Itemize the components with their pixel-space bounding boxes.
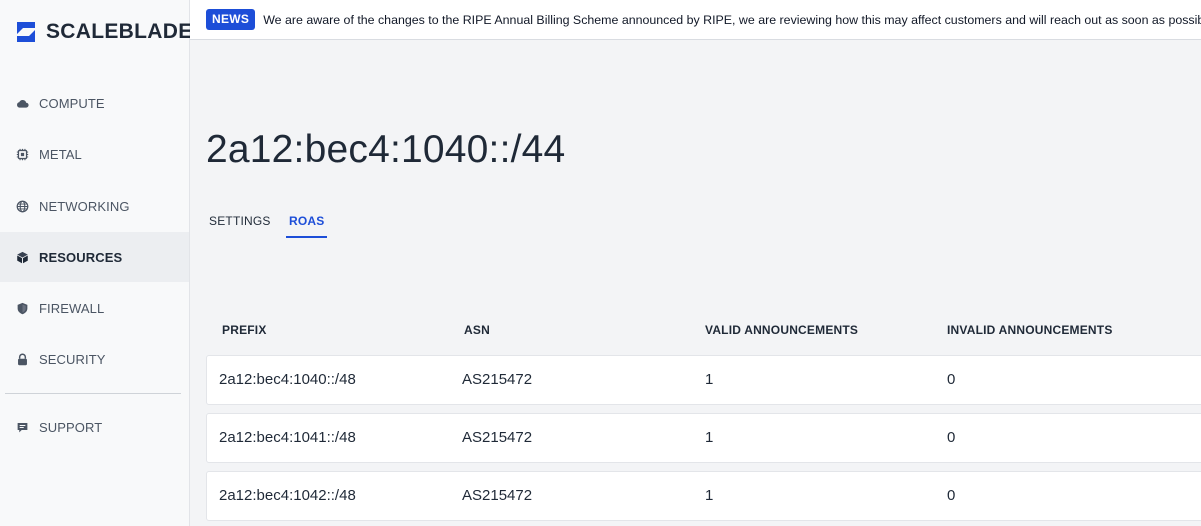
globe-icon [16,200,29,213]
sidebar-item-firewall[interactable]: FIREWALL [0,283,189,333]
sidebar-item-networking[interactable]: NETWORKING [0,181,189,231]
cell-prefix: 2a12:bec4:1040::/48 [219,371,356,388]
sidebar-item-metal[interactable]: METAL [0,129,189,179]
sidebar-item-label: RESOURCES [39,249,123,265]
sidebar-divider [5,393,181,394]
tab-settings[interactable]: SETTINGS [209,214,271,238]
news-text: We are aware of the changes to the RIPE … [263,12,1201,27]
sidebar-item-label: SUPPORT [39,419,103,435]
cell-asn: AS215472 [462,487,533,504]
cell-asn: AS215472 [462,429,533,446]
cell-valid-announcements: 1 [705,487,714,504]
sidebar-item-label: METAL [39,146,82,162]
sidebar-item-security[interactable]: SECURITY [0,334,189,384]
lock-icon [16,353,29,366]
sidebar: SCALEBLADE COMPUTE METAL NETWORKING RESO [0,0,193,526]
news-badge: NEWS [206,9,256,30]
column-header-asn: ASN [464,323,490,337]
sidebar-item-label: COMPUTE [39,95,105,111]
app-window: SCALEBLADE COMPUTE METAL NETWORKING RESO [0,0,1201,526]
column-header-valid-announcements: VALID ANNOUNCEMENTS [705,323,859,337]
cube-icon [16,251,29,264]
table-row[interactable]: 2a12:bec4:1041::/48 AS215472 1 0 [206,413,1201,463]
scaleblade-logo-icon [17,22,35,42]
cell-valid-announcements: 1 [705,429,714,446]
cell-valid-announcements: 1 [705,371,714,388]
sidebar-item-resources[interactable]: RESOURCES [0,232,189,282]
cell-invalid-announcements: 0 [947,487,956,504]
cell-invalid-announcements: 0 [947,371,956,388]
page-title: 2a12:bec4:1040::/44 [206,128,566,171]
tab-roas[interactable]: ROAS [286,214,328,238]
cloud-icon [16,97,29,110]
table-row[interactable]: 2a12:bec4:1042::/48 AS215472 1 0 [206,471,1201,521]
shield-icon [16,302,29,315]
news-banner: NEWS We are aware of the changes to the … [190,0,1201,40]
sidebar-item-compute[interactable]: COMPUTE [0,78,189,128]
sidebar-item-label: FIREWALL [39,300,105,316]
chip-icon [16,148,29,161]
sidebar-item-support[interactable]: SUPPORT [0,402,189,452]
cell-prefix: 2a12:bec4:1041::/48 [219,429,356,446]
cell-prefix: 2a12:bec4:1042::/48 [219,487,356,504]
column-header-prefix: PREFIX [222,323,267,337]
sidebar-item-label: NETWORKING [39,198,130,214]
cell-asn: AS215472 [462,371,533,388]
chat-icon [16,421,29,434]
cell-invalid-announcements: 0 [947,429,956,446]
brand-logo[interactable]: SCALEBLADE [14,19,193,45]
table-row[interactable]: 2a12:bec4:1040::/48 AS215472 1 0 [206,355,1201,405]
brand-name: SCALEBLADE [46,20,193,43]
column-header-invalid-announcements: INVALID ANNOUNCEMENTS [947,323,1113,337]
sidebar-item-label: SECURITY [39,351,106,367]
